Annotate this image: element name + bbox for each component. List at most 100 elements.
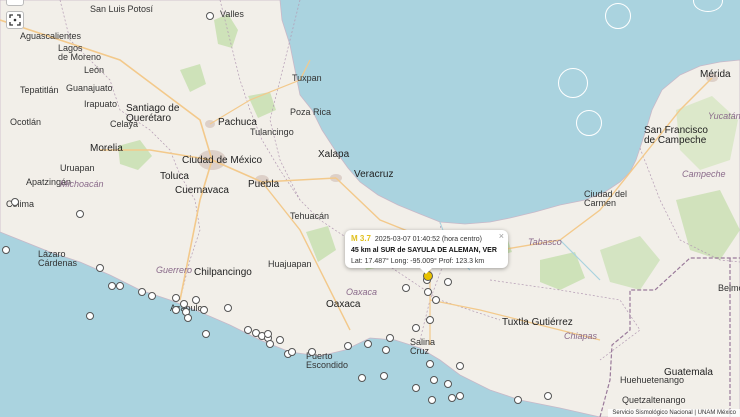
quake-marker[interactable] bbox=[200, 306, 208, 314]
state-label: Campeche bbox=[682, 169, 726, 179]
state-label: Guerrero bbox=[156, 265, 193, 275]
city-label: Huajuapan bbox=[268, 259, 312, 269]
quake-marker[interactable] bbox=[444, 380, 452, 388]
quake-marker[interactable] bbox=[148, 292, 156, 300]
state-label: Michoacán bbox=[60, 179, 104, 189]
quake-marker[interactable] bbox=[426, 360, 434, 368]
quake-marker[interactable] bbox=[108, 282, 116, 290]
city-label: Lagos de Moreno bbox=[58, 43, 102, 62]
quake-marker[interactable] bbox=[264, 330, 272, 338]
quake-marker[interactable] bbox=[344, 342, 352, 350]
location: 45 km al SUR de SAYULA DE ALEMAN, VER bbox=[351, 247, 497, 254]
quake-marker[interactable] bbox=[412, 384, 420, 392]
city-label: Belmo bbox=[718, 283, 740, 293]
quake-marker[interactable] bbox=[514, 396, 522, 404]
quake-marker[interactable] bbox=[244, 326, 252, 334]
quake-marker[interactable] bbox=[192, 296, 200, 304]
state-label: Tabasco bbox=[528, 237, 562, 247]
city-label: Oaxaca bbox=[326, 299, 361, 310]
quake-popup: × M 3.7 2025-03-07 01:40:52 (hora centro… bbox=[345, 230, 508, 274]
quake-marker[interactable] bbox=[116, 282, 124, 290]
city-label: Uruapan bbox=[60, 163, 95, 173]
quake-marker[interactable] bbox=[382, 346, 390, 354]
city-label: Salina Cruz bbox=[410, 337, 436, 356]
state-label: Oaxaca bbox=[346, 287, 378, 297]
quake-marker[interactable] bbox=[432, 296, 440, 304]
quake-marker[interactable] bbox=[86, 312, 94, 320]
state-label: Yucatán bbox=[708, 111, 740, 121]
coordinates: Lat: 17.487° Long: -95.009° Prof: 123.3 … bbox=[351, 258, 485, 265]
quake-marker[interactable] bbox=[266, 340, 274, 348]
quake-marker[interactable] bbox=[288, 348, 296, 356]
quake-marker[interactable] bbox=[544, 392, 552, 400]
city-label: Santiago de Querétaro bbox=[126, 103, 180, 124]
quake-marker[interactable] bbox=[402, 284, 410, 292]
quake-marker[interactable] bbox=[364, 340, 372, 348]
map-canvas[interactable]: San Luis Potosí Valles Aguascalientes La… bbox=[0, 0, 740, 417]
city-label: León bbox=[84, 65, 105, 75]
city-label: Cuernavaca bbox=[175, 185, 229, 196]
quake-marker[interactable] bbox=[424, 288, 432, 296]
city-label: Mérida bbox=[700, 69, 731, 80]
city-label: Irapuato bbox=[84, 99, 118, 109]
quake-marker[interactable] bbox=[386, 334, 394, 342]
city-label: Guanajuato bbox=[66, 83, 113, 93]
basemap-land bbox=[0, 0, 740, 417]
quake-ring bbox=[576, 110, 602, 136]
quake-marker[interactable] bbox=[172, 306, 180, 314]
quake-marker[interactable] bbox=[224, 304, 232, 312]
city-label: Valles bbox=[220, 9, 244, 19]
datetime: 2025-03-07 01:40:52 (hora centro) bbox=[374, 236, 482, 243]
city-label: Tuxtla Gutiérrez bbox=[502, 317, 573, 328]
city-label: Ocotlán bbox=[10, 117, 42, 127]
quake-marker[interactable] bbox=[206, 12, 214, 20]
city-label: Ciudad del Carmen bbox=[584, 189, 628, 208]
attribution: Servicio Sismológico Nacional | UNAM Méx… bbox=[608, 409, 740, 417]
city-label: Puebla bbox=[248, 179, 280, 190]
city-label: Poza Rica bbox=[290, 107, 332, 117]
quake-marker[interactable] bbox=[180, 300, 188, 308]
city-label: Veracruz bbox=[354, 169, 394, 180]
popup-tip bbox=[420, 268, 432, 274]
quake-marker[interactable] bbox=[358, 374, 366, 382]
quake-marker[interactable] bbox=[448, 394, 456, 402]
quake-marker[interactable] bbox=[426, 316, 434, 324]
city-label: San Luis Potosí bbox=[90, 4, 154, 14]
quake-marker[interactable] bbox=[184, 314, 192, 322]
fullscreen-icon bbox=[9, 14, 21, 26]
quake-marker[interactable] bbox=[444, 278, 452, 286]
magnitude: M 3.7 bbox=[351, 234, 372, 243]
close-icon[interactable]: × bbox=[499, 231, 504, 242]
quake-ring bbox=[558, 68, 588, 98]
city-label: Morelia bbox=[90, 143, 123, 154]
quake-marker[interactable] bbox=[308, 348, 316, 356]
city-label: Lázaro Cárdenas bbox=[38, 249, 78, 268]
quake-marker[interactable] bbox=[412, 324, 420, 332]
quake-marker[interactable] bbox=[428, 396, 436, 404]
state-label: Chiapas bbox=[564, 331, 598, 341]
quake-marker[interactable] bbox=[276, 336, 284, 344]
quake-marker[interactable] bbox=[380, 372, 388, 380]
quake-marker[interactable] bbox=[138, 288, 146, 296]
quake-marker[interactable] bbox=[96, 264, 104, 272]
quake-marker[interactable] bbox=[172, 294, 180, 302]
quake-marker[interactable] bbox=[202, 330, 210, 338]
quake-marker[interactable] bbox=[456, 362, 464, 370]
city-label: Tulancingo bbox=[250, 127, 294, 137]
quake-marker[interactable] bbox=[456, 392, 464, 400]
city-label: San Francisco de Campeche bbox=[644, 125, 708, 146]
city-label: Quetzaltenango bbox=[622, 395, 686, 405]
city-label: Aguascalientes bbox=[20, 31, 82, 41]
city-label: Tehuacán bbox=[290, 211, 330, 221]
zoom-button[interactable] bbox=[6, 0, 24, 6]
fullscreen-button[interactable] bbox=[6, 11, 24, 29]
quake-marker[interactable] bbox=[11, 198, 19, 206]
city-label: Huehuetenango bbox=[620, 375, 685, 385]
quake-marker[interactable] bbox=[430, 376, 438, 384]
city-label: Tuxpan bbox=[292, 73, 322, 83]
city-label: Toluca bbox=[160, 171, 189, 182]
city-label: Ciudad de México bbox=[182, 155, 263, 166]
quake-marker[interactable] bbox=[2, 246, 10, 254]
city-label: Xalapa bbox=[318, 149, 350, 160]
quake-marker[interactable] bbox=[76, 210, 84, 218]
